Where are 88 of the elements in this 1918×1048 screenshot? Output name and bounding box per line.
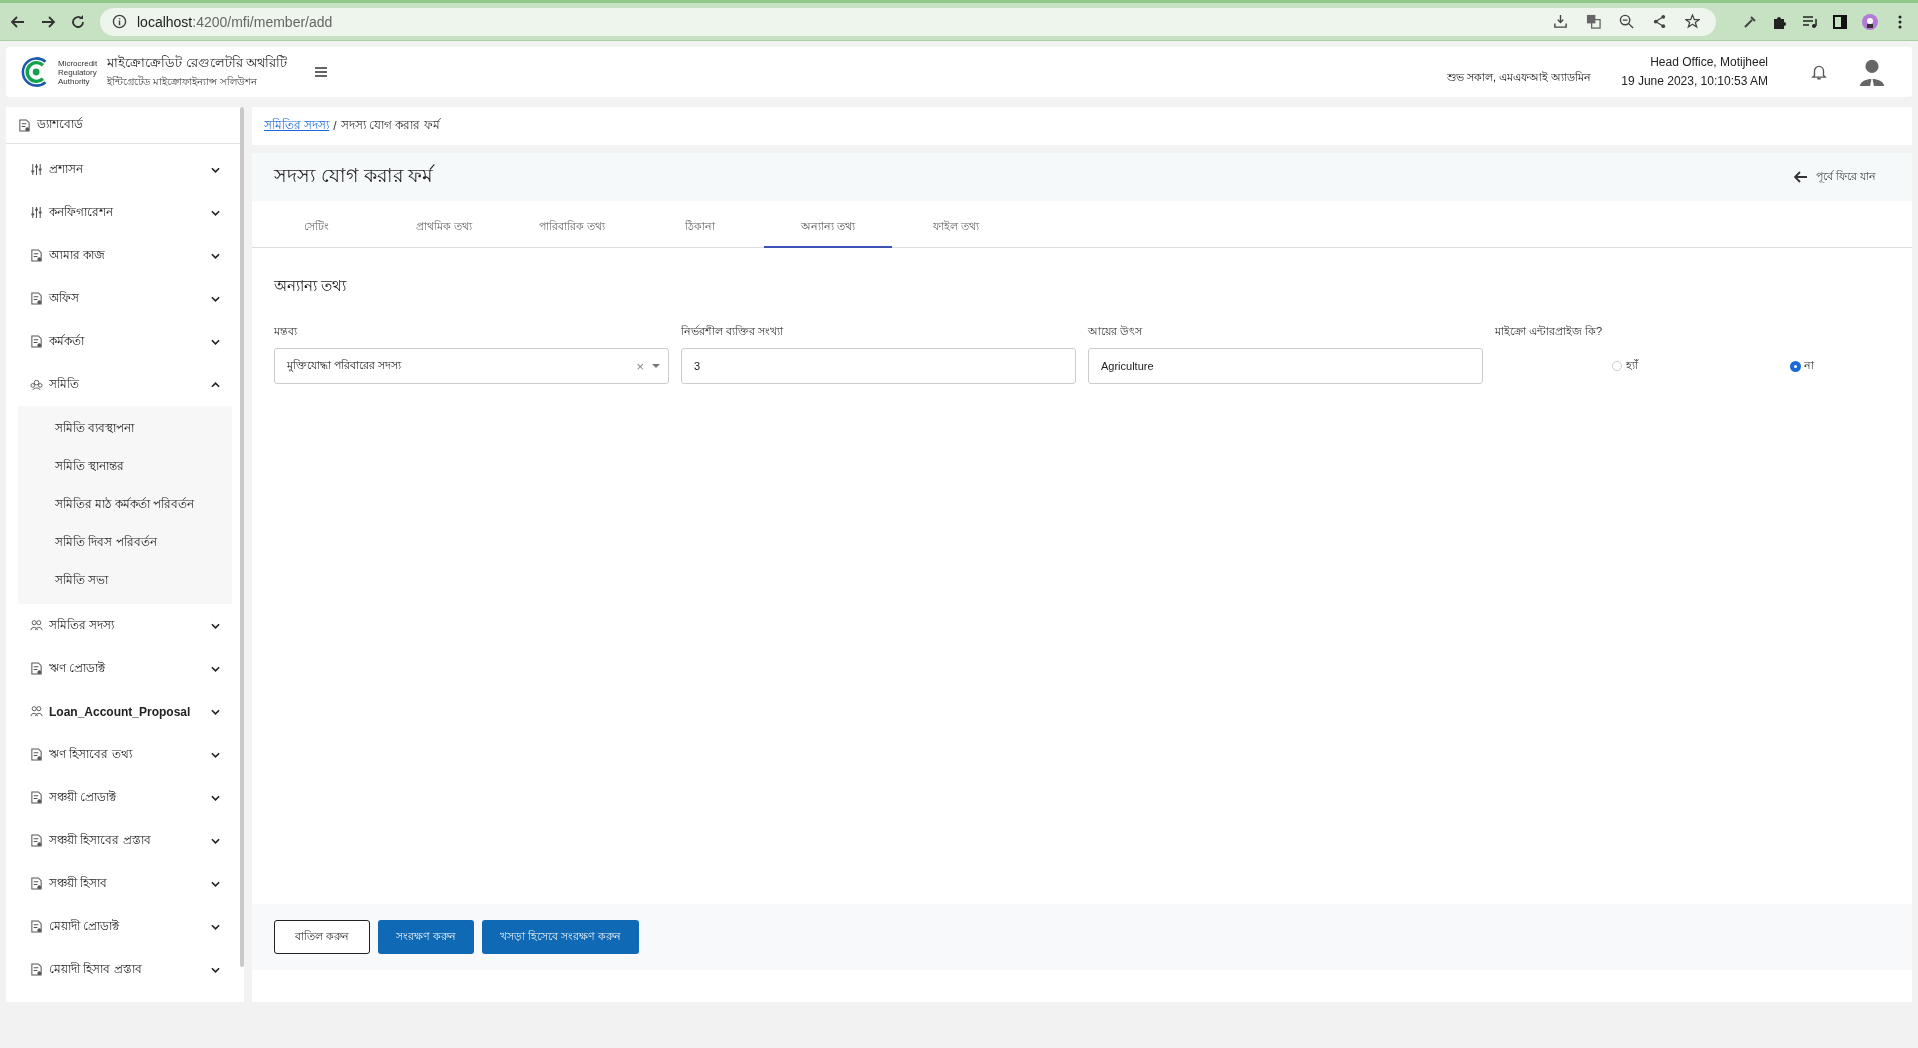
- document-icon: [30, 834, 43, 847]
- section-title: অন্যান্য তথ্য: [274, 277, 347, 294]
- tab[interactable]: ফাইল তথ্য: [892, 208, 1020, 248]
- star-icon[interactable]: [1685, 14, 1700, 29]
- profile-avatar-icon[interactable]: [1862, 13, 1878, 30]
- office-name: Head Office, Motijheel: [1650, 54, 1768, 71]
- date-time: 19 June 2023, 10:10:53 AM: [1621, 73, 1768, 90]
- sliders-icon: [30, 206, 43, 219]
- document-icon: [30, 877, 43, 890]
- field-label: আয়ের উৎস: [1088, 324, 1144, 339]
- field-label: নির্ভরশীল ব্যক্তির সংখ্যা: [681, 324, 785, 339]
- breadcrumb-current: সদস্য যোগ করার ফর্ম: [340, 117, 440, 134]
- people-icon: [30, 705, 43, 718]
- clear-icon[interactable]: ×: [636, 358, 644, 374]
- sidebar-item[interactable]: সমিতি: [6, 363, 240, 406]
- caret-icon: [652, 364, 660, 368]
- cancel-button[interactable]: বাতিল করুন: [274, 920, 370, 954]
- side-panel-icon[interactable]: [1832, 13, 1848, 30]
- back-icon[interactable]: [10, 13, 26, 30]
- reload-icon[interactable]: [70, 13, 86, 30]
- save-button[interactable]: খসড়া হিসেবে সংরক্ষণ করুন: [482, 920, 640, 954]
- sidebar-item[interactable]: সঞ্চয়ী হিসাব: [6, 862, 240, 905]
- tab[interactable]: অন্যান্য তথ্য: [764, 208, 892, 248]
- submenu-item[interactable]: সমিতির মাঠ কর্মকর্তা পরিবর্তন: [18, 486, 232, 524]
- tab[interactable]: ঠিকানা: [636, 208, 764, 248]
- submenu-item[interactable]: সমিতি ব্যবস্থাপনা: [18, 410, 232, 448]
- field-label: মন্তব্য: [274, 324, 299, 339]
- sliders-icon: [30, 163, 43, 176]
- radio-option[interactable]: না: [1790, 356, 1814, 376]
- save-button[interactable]: সংরক্ষণ করুন: [378, 920, 475, 954]
- document-icon: [30, 335, 43, 348]
- document-icon: [30, 662, 43, 675]
- playlist-icon[interactable]: [1802, 13, 1818, 30]
- back-link[interactable]: পূর্বে ফিরে যান: [1793, 167, 1876, 187]
- sidebar-item[interactable]: অফিস: [6, 277, 240, 320]
- submenu-item[interactable]: সমিতি সভা: [18, 562, 232, 600]
- breadcrumb-link[interactable]: সমিতির সদস্য: [264, 116, 330, 136]
- document-icon: [30, 791, 43, 804]
- sidebar-item[interactable]: ঋণ প্রোডাক্ট: [6, 647, 240, 690]
- bell-icon[interactable]: [1810, 63, 1828, 81]
- sidebar-item[interactable]: সঞ্চয়ী প্রোডাক্ট: [6, 776, 240, 819]
- document-icon: [30, 292, 43, 305]
- submenu-item[interactable]: সমিতি স্থানান্তর: [18, 448, 232, 486]
- document-icon: [30, 963, 43, 976]
- menu-icon[interactable]: [315, 67, 328, 77]
- sidebar-item[interactable]: আমার কাজ: [6, 234, 240, 277]
- sidebar-item[interactable]: মেয়াদী প্রোডাক্ট: [6, 905, 240, 948]
- tab[interactable]: সেটিং: [252, 208, 380, 248]
- sidebar-item[interactable]: সঞ্চয়ী হিসাবের প্রস্তাব: [6, 819, 240, 862]
- radio-option[interactable]: হ্যাঁ: [1611, 356, 1638, 376]
- logo-text: Regulatory: [58, 67, 98, 77]
- document-icon: [30, 249, 43, 262]
- org-subtitle: ইন্টিগ্রেটেড মাইক্রোফাইন্যান্স সলিউশন: [107, 74, 258, 89]
- tab[interactable]: পারিবারিক তথ্য: [508, 208, 636, 248]
- download-icon[interactable]: [1553, 14, 1568, 29]
- sidebar-item[interactable]: প্রশাসন: [6, 148, 240, 191]
- document-icon: [18, 118, 31, 132]
- back-arrow-icon: [1793, 171, 1808, 183]
- page-title: সদস্য যোগ করার ফর্ম: [274, 163, 433, 188]
- input-field[interactable]: 3: [681, 348, 1076, 384]
- sidebar-item[interactable]: সমিতির সদস্য: [6, 604, 240, 647]
- zoom-out-icon[interactable]: [1619, 14, 1634, 29]
- org-name: মাইক্রোক্রেডিট রেগুলেটরি অথরিটি: [107, 54, 288, 72]
- submenu-item[interactable]: সমিতি দিবস পরিবর্তন: [18, 524, 232, 562]
- sidebar-item[interactable]: কনফিগারেশন: [6, 191, 240, 234]
- document-icon: [30, 748, 43, 761]
- greeting-text: শুভ সকাল, এমএফআই অ্যাডমিন: [1446, 69, 1592, 85]
- forward-icon[interactable]: [40, 13, 56, 30]
- document-icon: [30, 920, 43, 933]
- address-bar[interactable]: localhost:4200/mfi/member/add: [100, 7, 1716, 36]
- input-field[interactable]: Agriculture: [1088, 348, 1483, 384]
- people-icon: [30, 619, 43, 632]
- field-label: মাইক্রো এন্টারপ্রাইজ কি?: [1495, 324, 1604, 339]
- group-icon: [30, 378, 43, 391]
- select-field[interactable]: মুক্তিযোদ্ধা পরিবারের সদস্য ×: [274, 348, 669, 384]
- sidebar-item[interactable]: ড্যাশবোর্ড: [6, 107, 240, 144]
- share-icon[interactable]: [1652, 14, 1667, 29]
- sidebar-item[interactable]: Loan_Account_Proposal: [6, 690, 240, 733]
- translate-icon[interactable]: [1586, 14, 1601, 29]
- logo-text: Microcredit: [58, 58, 98, 68]
- breadcrumb-separator: /: [333, 119, 337, 133]
- logo-text: Authority: [58, 76, 90, 86]
- user-avatar-icon[interactable]: [1858, 57, 1886, 87]
- sidebar-item[interactable]: ঋণ হিসাবের তথ্য: [6, 733, 240, 776]
- tab[interactable]: প্রাথমিক তথ্য: [380, 208, 508, 248]
- sidebar-item[interactable]: মেয়াদী হিসাব প্রস্তাব: [6, 948, 240, 991]
- info-icon: [112, 14, 127, 29]
- sidebar-item[interactable]: কর্মকর্তা: [6, 320, 240, 363]
